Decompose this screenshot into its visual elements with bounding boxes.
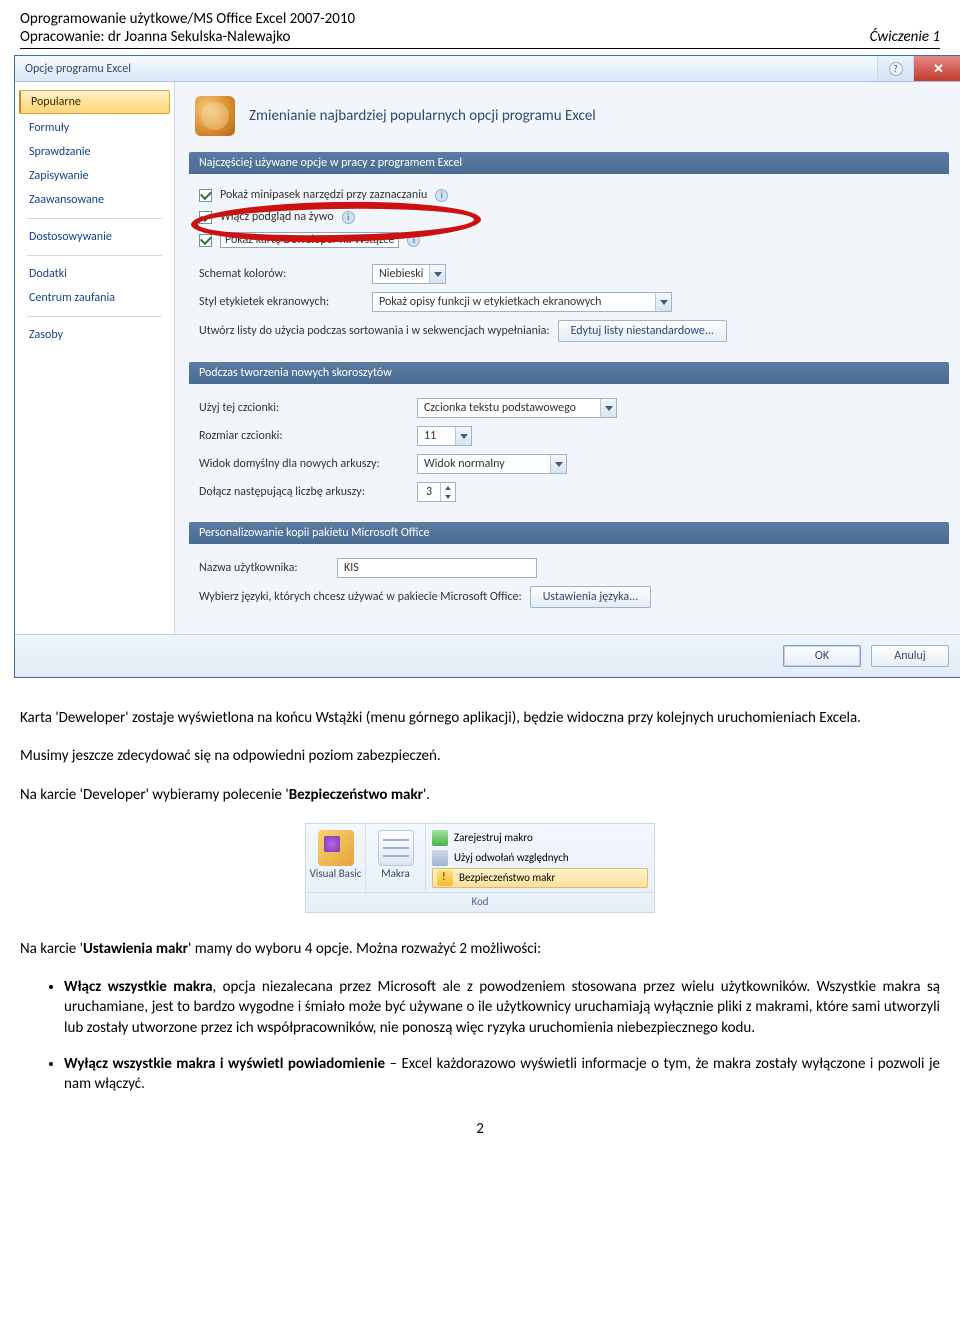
paragraph-4: Na karcie 'Ustawienia makr' mamy do wybo… <box>20 939 940 959</box>
sidebar-item-dodatki[interactable]: Dodatki <box>15 262 174 286</box>
sheet-count-label: Dołącz następującą liczbę arkuszy: <box>199 485 409 499</box>
font-size-combo[interactable]: 11 <box>417 426 472 446</box>
list-item-enable-all: Włącz wszystkie makra, opcja niezalecana… <box>64 977 940 1038</box>
sheet-count-stepper[interactable]: 3 <box>417 482 456 502</box>
ok-button[interactable]: OK <box>783 645 861 667</box>
dialog-footer: OK Anuluj <box>15 634 960 677</box>
default-view-combo[interactable]: Widok normalny <box>417 454 567 474</box>
options-main-title: Zmienianie najbardziej popularnych opcji… <box>249 107 596 125</box>
language-settings-button[interactable]: Ustawienia języka... <box>530 586 652 608</box>
checkbox-minibar-label: Pokaż minipasek narzędzi przy zaznaczani… <box>220 188 427 202</box>
header-line2: Opracowanie: dr Joanna Sekulska-Nalewajk… <box>20 28 355 46</box>
section-header-personalize: Personalizowanie kopii pakietu Microsoft… <box>189 522 949 544</box>
ribbon-code-group: Visual Basic Makra Zarejestruj makro Uży… <box>305 823 655 913</box>
default-view-label: Widok domyślny dla nowych arkuszy: <box>199 457 409 471</box>
info-icon[interactable]: i <box>342 211 355 224</box>
font-label: Użyj tej czcionki: <box>199 401 409 415</box>
close-button[interactable]: ✕ <box>913 56 960 81</box>
default-view-value: Widok normalny <box>418 457 550 471</box>
ribbon-macro-security[interactable]: Bezpieczeństwo makr <box>432 868 648 888</box>
username-label: Nazwa użytkownika: <box>199 561 329 575</box>
sidebar-divider <box>27 218 162 219</box>
sidebar-item-sprawdzanie[interactable]: Sprawdzanie <box>15 140 174 164</box>
custom-lists-label: Utwórz listy do użycia podczas sortowani… <box>199 324 550 338</box>
info-icon[interactable]: i <box>435 189 448 202</box>
sidebar-divider <box>27 316 162 317</box>
font-value: Czcionka tekstu podstawowego <box>418 401 600 415</box>
macro-security-icon <box>437 870 453 886</box>
section-header-new-workbooks: Podczas tworzenia nowych skoroszytów <box>189 362 949 384</box>
titlebar-text: Opcje programu Excel <box>25 62 877 76</box>
checkbox-developer-tab-label: Pokaż kartę Deweloper na Wstążce <box>220 232 399 248</box>
visual-basic-icon <box>318 830 354 866</box>
options-sidebar: Popularne Formuły Sprawdzanie Zapisywani… <box>15 82 175 634</box>
section-header-common: Najczęściej używane opcje w pracy z prog… <box>189 152 949 174</box>
ribbon-macro-security-label: Bezpieczeństwo makr <box>459 871 555 884</box>
titlebar: Opcje programu Excel ? ✕ <box>15 56 960 82</box>
sidebar-item-dostosowywanie[interactable]: Dostosowywanie <box>15 225 174 249</box>
language-label: Wybierz języki, których chcesz używać w … <box>199 590 522 604</box>
ribbon-visual-basic-label: Visual Basic <box>308 868 363 880</box>
excel-options-dialog: Opcje programu Excel ? ✕ Popularne Formu… <box>14 55 960 678</box>
close-icon: ✕ <box>933 61 944 77</box>
edit-custom-lists-button[interactable]: Edytuj listy niestandardowe... <box>558 320 727 342</box>
screentip-style-label: Styl etykietek ekranowych: <box>199 295 364 309</box>
ribbon-macros-label: Makra <box>368 868 423 880</box>
screentip-style-value: Pokaż opisy funkcji w etykietkach ekrano… <box>373 295 655 309</box>
ribbon-record-macro-label: Zarejestruj makro <box>454 831 533 844</box>
header-left: Oprogramowanie użytkowe/MS Office Excel … <box>20 10 355 46</box>
ribbon-record-macro[interactable]: Zarejestruj makro <box>432 828 648 848</box>
chevron-down-icon <box>441 492 455 501</box>
help-icon: ? <box>889 62 903 76</box>
paragraph-3: Na karcie 'Developer' wybieramy poleceni… <box>20 785 940 805</box>
page-number: 2 <box>20 1120 940 1138</box>
chevron-down-icon <box>429 265 445 283</box>
list-item-disable-notify: Wyłącz wszystkie makra i wyświetl powiad… <box>64 1054 940 1095</box>
ribbon-visual-basic-button[interactable]: Visual Basic <box>306 824 366 892</box>
info-icon[interactable]: i <box>407 234 420 247</box>
sidebar-divider <box>27 255 162 256</box>
relative-refs-icon <box>432 850 448 866</box>
options-icon <box>195 96 235 136</box>
ribbon-relative-refs[interactable]: Użyj odwołań względnych <box>432 848 648 868</box>
ribbon-macros-button[interactable]: Makra <box>366 824 426 892</box>
color-scheme-label: Schemat kolorów: <box>199 267 364 281</box>
color-scheme-value: Niebieski <box>373 267 429 281</box>
record-macro-icon <box>432 830 448 846</box>
ribbon-group-label: Kod <box>306 892 654 912</box>
sidebar-item-zasoby[interactable]: Zasoby <box>15 323 174 347</box>
sidebar-item-zapisywanie[interactable]: Zapisywanie <box>15 164 174 188</box>
paragraph-2: Musimy jeszcze zdecydować się na odpowie… <box>20 746 940 766</box>
font-combo[interactable]: Czcionka tekstu podstawowego <box>417 398 617 418</box>
sidebar-item-popularne[interactable]: Popularne <box>19 90 170 114</box>
font-size-label: Rozmiar czcionki: <box>199 429 409 443</box>
sheet-count-value: 3 <box>418 483 440 501</box>
sidebar-item-centrum-zaufania[interactable]: Centrum zaufania <box>15 286 174 310</box>
ribbon-relative-refs-label: Użyj odwołań względnych <box>454 851 569 864</box>
cancel-button[interactable]: Anuluj <box>871 645 949 667</box>
checkbox-live-preview-label: Włącz podgląd na żywo <box>220 210 334 224</box>
header-line1: Oprogramowanie użytkowe/MS Office Excel … <box>20 10 355 28</box>
chevron-down-icon <box>655 293 671 311</box>
color-scheme-combo[interactable]: Niebieski <box>372 264 446 284</box>
options-main-pane: Zmienianie najbardziej popularnych opcji… <box>175 82 960 634</box>
macros-icon <box>378 830 414 866</box>
chevron-down-icon <box>600 399 616 417</box>
checkbox-minibar[interactable] <box>199 189 212 202</box>
chevron-down-icon <box>455 427 471 445</box>
chevron-down-icon <box>550 455 566 473</box>
paragraph-1: Karta 'Deweloper' zostaje wyświetlona na… <box>20 708 940 728</box>
options-list: Włącz wszystkie makra, opcja niezalecana… <box>20 977 940 1094</box>
font-size-value: 11 <box>418 429 455 443</box>
header-right: Ćwiczenie 1 <box>870 28 940 46</box>
sidebar-item-formuly[interactable]: Formuły <box>15 116 174 140</box>
checkbox-live-preview[interactable] <box>199 211 212 224</box>
username-input[interactable]: KIS <box>337 558 537 578</box>
page-header: Oprogramowanie użytkowe/MS Office Excel … <box>20 10 940 49</box>
screentip-style-combo[interactable]: Pokaż opisy funkcji w etykietkach ekrano… <box>372 292 672 312</box>
help-button[interactable]: ? <box>877 56 913 81</box>
chevron-up-icon <box>441 483 455 492</box>
sidebar-item-zaawansowane[interactable]: Zaawansowane <box>15 188 174 212</box>
checkbox-developer-tab[interactable] <box>199 234 212 247</box>
